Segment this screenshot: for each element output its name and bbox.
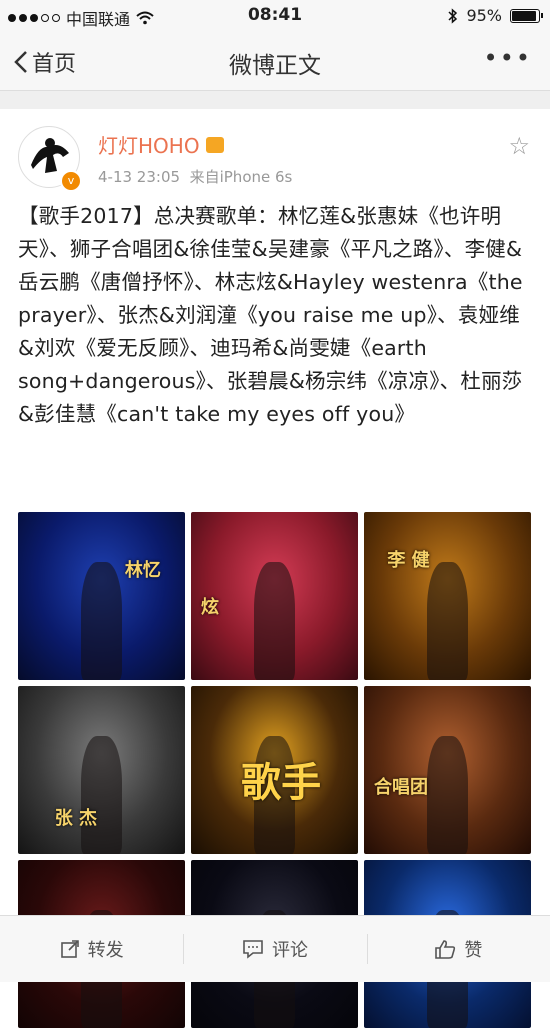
post-source: 来自iPhone 6s xyxy=(189,168,293,186)
more-icon[interactable]: ••• xyxy=(484,44,532,72)
image-caption: 林忆 xyxy=(124,559,161,581)
image-caption: 合唱团 xyxy=(374,777,429,799)
repost-button[interactable]: 转发 xyxy=(0,916,183,982)
comment-label: 评论 xyxy=(271,940,308,961)
image-caption: 歌手 xyxy=(241,759,322,806)
comment-button[interactable]: 评论 xyxy=(183,916,366,982)
performer-figure xyxy=(81,736,122,854)
comment-icon xyxy=(243,940,263,959)
post-meta: 4-13 23:05 来自iPhone 6s xyxy=(98,166,292,187)
image-thumbnail[interactable]: 张 杰 xyxy=(18,686,185,854)
image-caption: 李 健 xyxy=(387,549,430,571)
username-text: 灯灯HOHO xyxy=(98,134,200,158)
image-caption: 炫 xyxy=(201,596,220,618)
status-bar: 中国联通 08:41 95% xyxy=(0,0,550,34)
like-button[interactable]: 赞 xyxy=(366,916,550,982)
performer-figure xyxy=(427,562,468,680)
post-text: 【歌手2017】总决赛歌单：林忆莲&张惠妹《也许明天》、狮子合唱团&徐佳莹&吴建… xyxy=(18,204,523,426)
favorite-star-icon[interactable]: ☆ xyxy=(508,132,530,160)
image-thumbnail[interactable]: 合唱团 xyxy=(364,686,531,854)
divider xyxy=(0,90,550,109)
battery-area: 95% xyxy=(448,6,543,25)
page-title: 微博正文 xyxy=(229,53,321,79)
image-thumbnail[interactable]: 林忆 xyxy=(18,512,185,680)
bluetooth-icon xyxy=(448,7,458,24)
like-label: 赞 xyxy=(464,940,483,961)
image-thumbnail[interactable]: 歌手 xyxy=(191,686,358,854)
battery-percent: 95% xyxy=(466,6,502,25)
member-crown-icon xyxy=(205,136,224,153)
thumbs-up-icon xyxy=(435,940,456,959)
repost-icon xyxy=(60,940,79,958)
performer-figure xyxy=(254,562,295,680)
verified-badge-icon: v xyxy=(60,170,82,192)
repost-label: 转发 xyxy=(87,940,124,961)
navigation-bar: 首页 微博正文 ••• xyxy=(0,34,550,90)
username[interactable]: 灯灯HOHO xyxy=(98,130,224,159)
action-bar: 转发 评论 赞 xyxy=(0,915,550,982)
performer-figure xyxy=(81,562,122,680)
battery-icon xyxy=(510,8,543,23)
image-caption: 张 杰 xyxy=(54,807,98,829)
performer-figure xyxy=(427,736,468,854)
post-timestamp: 4-13 23:05 xyxy=(98,168,181,186)
image-thumbnail[interactable]: 炫 xyxy=(191,512,358,680)
image-thumbnail[interactable]: 李 健 xyxy=(364,512,531,680)
